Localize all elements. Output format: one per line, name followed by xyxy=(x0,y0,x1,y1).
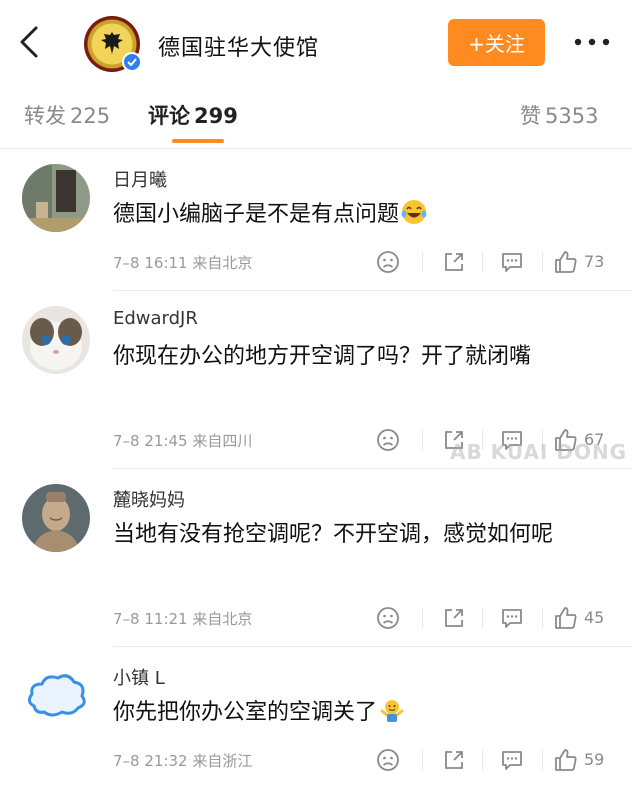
frown-face-icon xyxy=(377,429,399,451)
back-button[interactable] xyxy=(14,22,44,62)
share-button[interactable] xyxy=(440,604,468,632)
dislike-button[interactable] xyxy=(374,426,402,454)
commenter-name[interactable]: 小镇 L xyxy=(113,664,165,690)
action-separator xyxy=(422,750,423,770)
thumbs-up-icon xyxy=(555,749,577,771)
header-bar: 德国驻华大使馆 +关注 xyxy=(0,0,632,86)
like-button[interactable] xyxy=(552,604,580,632)
chevron-left-icon xyxy=(20,26,38,58)
tab-reposts-count: 225 xyxy=(70,104,111,128)
reply-button[interactable] xyxy=(498,604,526,632)
comment-text: 你现在办公的地方开空调了吗？开了就闭嘴 xyxy=(113,344,532,369)
share-icon xyxy=(445,751,463,769)
active-tab-indicator xyxy=(172,139,224,143)
account-name[interactable]: 德国驻华大使馆 xyxy=(158,30,319,62)
row-divider xyxy=(113,468,632,469)
watermark: AB KUAI DONG xyxy=(450,440,628,464)
commenter-avatar[interactable] xyxy=(22,164,90,232)
frown-face-icon xyxy=(377,251,399,273)
action-separator xyxy=(482,252,483,272)
follow-button[interactable]: +关注 xyxy=(448,19,545,66)
tab-bar: 转发 225 评论 299 赞 5353 xyxy=(0,86,632,148)
comment-bubble-icon xyxy=(502,609,522,628)
more-button[interactable] xyxy=(572,32,612,52)
reply-button[interactable] xyxy=(498,746,526,774)
comment-actions: 45 xyxy=(370,604,620,632)
like-count: 73 xyxy=(584,252,605,271)
comment-location: 来自四川 xyxy=(192,432,253,450)
like-button[interactable] xyxy=(552,248,580,276)
shrug-emoji-icon xyxy=(380,700,404,722)
comment-time: 7–8 11:21 xyxy=(113,610,188,628)
comment-meta: 7–8 21:45 来自四川 xyxy=(113,430,252,451)
row-divider xyxy=(113,290,632,291)
tab-reposts-label: 转发 xyxy=(24,104,66,128)
commenter-name[interactable]: 日月曦 xyxy=(113,166,167,192)
share-icon xyxy=(445,609,463,627)
action-separator xyxy=(482,608,483,628)
tab-comments-count: 299 xyxy=(194,104,238,128)
more-dots-icon xyxy=(574,38,610,46)
thumbs-up-icon xyxy=(555,251,577,273)
tab-comments[interactable]: 评论 299 xyxy=(148,100,238,130)
commenter-name[interactable]: 麓晓妈妈 xyxy=(113,486,185,512)
dislike-button[interactable] xyxy=(374,604,402,632)
comment-time: 7–8 21:32 xyxy=(113,752,188,770)
comment-meta: 7–8 21:32 来自浙江 xyxy=(113,750,252,771)
comment-text: 德国小编脑子是不是有点问题 xyxy=(113,196,613,234)
comment-actions: 73 xyxy=(370,248,620,276)
tab-likes-count: 5353 xyxy=(545,104,599,128)
comment-location: 来自北京 xyxy=(192,610,253,628)
comment-text: 你先把你办公室的空调关了 xyxy=(113,694,613,732)
action-separator xyxy=(422,252,423,272)
tab-likes[interactable]: 赞 5353 xyxy=(520,100,598,130)
tab-likes-label: 赞 xyxy=(520,104,541,128)
action-separator xyxy=(482,750,483,770)
share-icon xyxy=(445,253,463,271)
action-separator xyxy=(542,750,543,770)
commenter-avatar[interactable] xyxy=(22,484,90,552)
like-count: 45 xyxy=(584,608,605,627)
like-count: 59 xyxy=(584,750,605,769)
verified-badge-icon xyxy=(122,52,142,72)
comment-actions: 59 xyxy=(370,746,620,774)
tab-comments-label: 评论 xyxy=(148,104,190,128)
share-button[interactable] xyxy=(440,248,468,276)
action-separator xyxy=(422,608,423,628)
comment-bubble-icon xyxy=(502,253,522,272)
share-button[interactable] xyxy=(440,746,468,774)
commenter-avatar[interactable] xyxy=(22,662,90,730)
dislike-button[interactable] xyxy=(374,248,402,276)
comment-text-body: 德国小编脑子是不是有点问题 xyxy=(113,202,400,227)
tab-reposts[interactable]: 转发 225 xyxy=(24,100,110,130)
comment-bubble-icon xyxy=(502,751,522,770)
frown-face-icon xyxy=(377,607,399,629)
comment-meta: 7–8 11:21 来自北京 xyxy=(113,608,252,629)
row-divider xyxy=(113,646,632,647)
reply-button[interactable] xyxy=(498,248,526,276)
eagle-icon xyxy=(101,32,123,54)
commenter-avatar[interactable] xyxy=(22,306,90,374)
thumbs-up-icon xyxy=(555,607,577,629)
comment-time: 7–8 21:45 xyxy=(113,432,188,450)
laughing-tears-emoji-icon xyxy=(401,200,427,224)
comment-location: 来自北京 xyxy=(192,254,253,272)
action-separator xyxy=(542,252,543,272)
divider xyxy=(0,148,632,149)
like-button[interactable] xyxy=(552,746,580,774)
comment-meta: 7–8 16:11 来自北京 xyxy=(113,252,252,273)
comment-text: 当地有没有抢空调呢？不开空调，感觉如何呢 xyxy=(113,522,554,547)
action-separator xyxy=(542,608,543,628)
comment-text-body: 你先把你办公室的空调关了 xyxy=(113,700,378,725)
frown-face-icon xyxy=(377,749,399,771)
comment-location: 来自浙江 xyxy=(192,752,253,770)
dislike-button[interactable] xyxy=(374,746,402,774)
comment-time: 7–8 16:11 xyxy=(113,254,188,272)
commenter-name[interactable]: EdwardJR xyxy=(113,308,198,329)
action-separator xyxy=(422,430,423,450)
